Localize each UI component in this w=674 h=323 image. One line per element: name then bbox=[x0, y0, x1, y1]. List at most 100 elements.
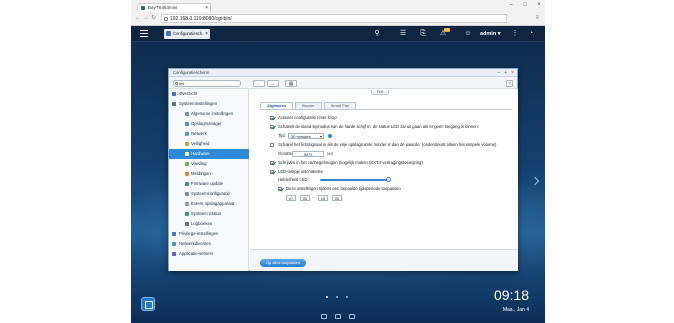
external-devices-icon[interactable]: ⎘ bbox=[419, 30, 427, 38]
options-icon[interactable]: ⋮ bbox=[511, 30, 519, 38]
settings-panel: Activeer configuratie reset knop Schakel… bbox=[260, 109, 512, 239]
sidebar-item-system-settings[interactable]: Systeeminstellingen bbox=[169, 99, 249, 109]
sidebar: Overzicht Systeeminstellingen Algemene i… bbox=[169, 89, 249, 271]
hint-tab[interactable]: Text bbox=[371, 90, 389, 95]
home-grid-button[interactable]: ▦ bbox=[285, 80, 297, 87]
windows-icon[interactable] bbox=[335, 314, 341, 319]
sidebar-item-label: Privilege-instellingen bbox=[179, 231, 219, 236]
back-icon[interactable]: ← bbox=[135, 15, 141, 22]
brightness-row: Helderheid LED: bbox=[278, 177, 408, 183]
sidebar-item-app-servers[interactable]: Applicatie-servers bbox=[169, 249, 249, 259]
sidebar-item-overview[interactable]: Overzicht bbox=[169, 89, 249, 99]
maximize-button[interactable]: □ bbox=[521, 1, 529, 9]
window-controls: – □ × bbox=[507, 1, 543, 9]
qnap-app-icon[interactable] bbox=[141, 297, 155, 311]
help-button[interactable]: ? bbox=[506, 80, 513, 87]
sidebar-item-network[interactable]: Netwerk bbox=[169, 129, 249, 139]
close-tab-icon[interactable]: × bbox=[205, 4, 208, 12]
sidebar-item-hardware[interactable]: Hardware bbox=[169, 149, 249, 159]
sidebar-item-system-status[interactable]: Systeem Status bbox=[169, 209, 249, 219]
time-select[interactable]: 30 minuten ▾ bbox=[288, 133, 324, 139]
standby-label: Schakelt de stand-bymodus van de harde s… bbox=[278, 124, 479, 129]
reload-icon[interactable]: ↻ bbox=[151, 15, 156, 22]
control-panel-window: Configuratiescherm – + × led ← → ▦ ? Ove… bbox=[168, 68, 518, 271]
apply-all-button[interactable]: Op alles toepassen bbox=[260, 259, 306, 267]
window-minimize-icon[interactable]: – bbox=[497, 69, 500, 77]
sidebar-item-logs[interactable]: Logboeken bbox=[169, 219, 249, 229]
hardware-tabs: Algemeen Buzzer Smart Fan bbox=[260, 102, 358, 109]
to-hour-input[interactable]: 19 bbox=[318, 195, 328, 201]
browser-tab-title: BayTS453mini bbox=[148, 5, 178, 10]
low-space-label: Schakel het lichtsignaal in als de vrije… bbox=[278, 142, 497, 147]
brightness-slider[interactable] bbox=[320, 179, 390, 181]
window-controls: – + × bbox=[497, 69, 514, 77]
dashboard-icon[interactable]: ◔ bbox=[527, 30, 535, 38]
window-close-icon[interactable]: × bbox=[511, 69, 514, 77]
window-toolbar: led ← → ▦ ? bbox=[169, 77, 517, 89]
app-tab-label: Configuratiesch. bbox=[173, 31, 204, 36]
search-icon[interactable]: ⚲ bbox=[373, 30, 381, 38]
back-button[interactable]: ← bbox=[253, 80, 265, 87]
schedule-checkbox[interactable] bbox=[278, 187, 282, 191]
write-cache-checkbox[interactable] bbox=[270, 161, 274, 165]
sidebar-item-external-device[interactable]: Extern opslagapparaat bbox=[169, 199, 249, 209]
notifications-icon[interactable]: ⚠ 10 bbox=[439, 28, 450, 38]
app-tab-control-panel[interactable]: Configuratiesch. × bbox=[164, 29, 210, 39]
minimize-button[interactable]: – bbox=[507, 1, 515, 9]
from-minute-input[interactable]: 00 bbox=[300, 195, 310, 201]
sidebar-item-notifications[interactable]: Meldingen bbox=[169, 169, 249, 179]
sidebar-item-system-config[interactable]: Systeemconfiguratie bbox=[169, 189, 249, 199]
page-info-icon[interactable] bbox=[164, 17, 168, 21]
page-dot[interactable] bbox=[326, 296, 328, 298]
sidebar-item-label: Netwerk bbox=[191, 131, 207, 136]
led-checkbox[interactable] bbox=[270, 170, 274, 174]
standby-checkbox[interactable] bbox=[270, 125, 274, 129]
volume-icon[interactable] bbox=[349, 314, 355, 319]
sidebar-item-label: Opslagmanager bbox=[191, 121, 222, 126]
close-window-button[interactable]: × bbox=[535, 1, 543, 9]
to-minute-input[interactable]: 00 bbox=[332, 195, 342, 201]
background-tasks-icon[interactable]: ☰ bbox=[399, 30, 407, 38]
search-input[interactable]: led bbox=[173, 80, 241, 87]
window-title: Configuratiescherm bbox=[173, 70, 210, 75]
window-titlebar: Configuratiescherm – + × bbox=[169, 69, 517, 77]
window-maximize-icon[interactable]: + bbox=[504, 69, 507, 77]
main-content: Text Algemeen Buzzer Smart Fan Activeer … bbox=[250, 89, 518, 271]
reset-switch-checkbox[interactable] bbox=[270, 116, 274, 120]
browser-menu-icon[interactable]: ≡ bbox=[535, 15, 539, 22]
sidebar-item-storage[interactable]: Opslagmanager bbox=[169, 119, 249, 129]
info-icon[interactable] bbox=[328, 134, 332, 138]
forward-icon[interactable]: → bbox=[143, 15, 149, 22]
low-space-checkbox[interactable] bbox=[270, 143, 274, 147]
main-menu-icon[interactable] bbox=[140, 30, 148, 37]
logs-icon bbox=[185, 222, 189, 226]
sidebar-item-security[interactable]: Veiligheid bbox=[169, 139, 249, 149]
sidebar-item-privilege[interactable]: Privilege-instellingen bbox=[169, 229, 249, 239]
close-app-tab-icon[interactable]: × bbox=[205, 29, 208, 39]
page-dot[interactable] bbox=[336, 296, 338, 298]
tab-smart-fan[interactable]: Smart Fan bbox=[323, 102, 357, 109]
browser-tab[interactable]: BayTS453mini × bbox=[137, 3, 211, 12]
sidebar-item-firmware[interactable]: Firmware update bbox=[169, 179, 249, 189]
power-icon bbox=[185, 162, 189, 166]
forward-button[interactable]: → bbox=[267, 80, 279, 87]
sidebar-item-network-services[interactable]: Netwerkdiensten bbox=[169, 239, 249, 249]
window-footer: Op alles toepassen bbox=[250, 249, 518, 271]
sidebar-item-label: Netwerkdiensten bbox=[179, 241, 212, 246]
tab-general[interactable]: Algemeen bbox=[260, 102, 294, 109]
url-input[interactable]: 192.168.0.119:8080/cgi-bin/ bbox=[161, 14, 507, 23]
user-menu[interactable]: admin ▾ bbox=[480, 30, 501, 38]
sidebar-item-power[interactable]: Voeding bbox=[169, 159, 249, 169]
tab-buzzer[interactable]: Buzzer bbox=[295, 102, 322, 109]
size-input[interactable]: 3072 bbox=[292, 151, 324, 157]
brightness-slider-handle[interactable] bbox=[386, 177, 391, 182]
system-settings-icon bbox=[172, 102, 176, 106]
show-desktop-icon[interactable] bbox=[321, 314, 327, 319]
search-icon bbox=[175, 82, 178, 85]
sidebar-item-label: Logboeken bbox=[191, 221, 213, 226]
page-dot[interactable] bbox=[346, 296, 348, 298]
from-hour-input[interactable]: 07 bbox=[286, 195, 296, 201]
sidebar-item-label: Firmware update bbox=[191, 181, 224, 186]
page-indicator bbox=[326, 296, 348, 298]
sidebar-item-general[interactable]: Algemene instellingen bbox=[169, 109, 249, 119]
